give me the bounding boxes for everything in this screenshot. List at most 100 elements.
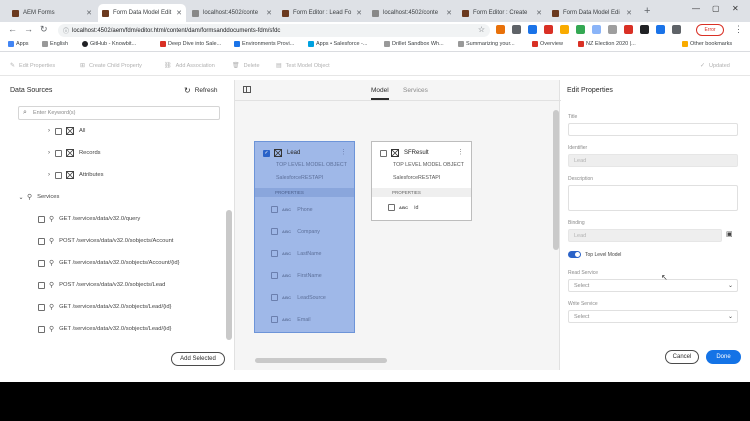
checkbox[interactable] [38,259,45,267]
checkbox[interactable] [271,206,278,213]
extension-icon[interactable] [592,25,601,34]
maximize-icon[interactable]: ▢ [712,4,720,13]
minimize-icon[interactable]: — [692,4,700,13]
property-row[interactable]: ABC Phone [271,206,313,213]
browser-tab[interactable]: localhost:4502/conte ✕ [188,4,276,22]
property-row[interactable]: ABC FirstName [271,272,322,279]
profile-error-button[interactable]: Error [696,24,724,36]
chevron-right-icon[interactable]: › [46,128,52,134]
bookmark-item[interactable]: Overview [532,41,563,47]
add-selected-button[interactable]: Add Selected [171,352,225,366]
property-row[interactable]: ABC Company [271,228,320,235]
tree-item-all[interactable]: › All [46,125,85,137]
checkbox[interactable] [271,228,278,235]
add-association-button[interactable]: ⛓ Add Association [164,62,215,70]
sfresult-model-object[interactable]: SFResult ⋮ TOP LEVEL MODEL OBJECT Salesf… [371,141,472,221]
checkbox[interactable] [55,127,62,135]
checkbox[interactable] [38,215,45,223]
tree-item-service[interactable]: ⚲ POST /services/data/v32.0/sobjects/Acco… [38,235,173,247]
extension-icon[interactable] [528,25,537,34]
property-row[interactable]: ABC LeadSource [271,294,326,301]
vertical-scrollbar[interactable] [553,110,559,250]
checkbox[interactable] [271,294,278,301]
checkbox[interactable] [38,303,45,311]
reload-icon[interactable]: ↻ [40,24,48,35]
browser-tab[interactable]: localhost:4502/conte ✕ [368,4,456,22]
bookmark-item[interactable]: Apps [8,41,29,47]
bookmark-item[interactable]: English [42,41,68,47]
checkbox[interactable] [38,281,45,289]
checkbox-checked[interactable]: ✓ [263,149,270,157]
extension-icon[interactable] [624,25,633,34]
tree-item-service[interactable]: ⚲ GET /services/data/v32.0/sobjects/Lead/… [38,323,172,335]
extension-icon[interactable] [608,25,617,34]
extensions-puzzle-icon[interactable] [672,25,681,34]
bookmark-item[interactable]: Environments Provi... [234,41,294,47]
tab-services[interactable]: Services [403,87,428,94]
browser-tab[interactable]: Form Editor : Create ✕ [458,4,546,22]
lead-model-object[interactable]: ✓ Lead ⋮ TOP LEVEL MODEL OBJECT Salesforc… [254,141,355,333]
other-bookmarks[interactable]: Other bookmarks [682,41,732,47]
close-icon[interactable]: ✕ [536,9,542,17]
extension-icon[interactable] [656,25,665,34]
forward-icon[interactable]: → [24,24,33,34]
tree-item-services[interactable]: ⌄ ⚲ Services [18,191,59,203]
bookmark-item[interactable]: Summarizing your... [458,41,515,47]
property-row[interactable]: ABC Email [271,316,311,323]
tree-item-service[interactable]: ⚲ GET /services/data/v32.0/sobjects/Accou… [38,257,180,269]
create-child-property-button[interactable]: ⊞ Create Child Property [80,62,142,70]
checkbox[interactable] [380,149,387,157]
description-field[interactable] [568,185,738,211]
bookmark-item[interactable]: NZ Election 2020 |... [578,41,636,47]
read-service-select[interactable]: Select ⌄ [568,279,738,292]
refresh-button[interactable]: ↻ Refresh [184,86,217,95]
done-button[interactable]: Done [706,350,741,364]
edit-properties-button[interactable]: ✎ Edit Properties [10,62,55,70]
more-options-icon[interactable]: ⋮ [340,148,347,156]
chevron-down-icon[interactable]: ⌄ [18,194,24,201]
title-field[interactable] [568,123,738,136]
chevron-right-icon[interactable]: › [46,172,52,178]
search-input[interactable]: ⌕ Enter Keyword(s) [18,106,220,120]
back-icon[interactable]: ← [8,24,17,34]
extension-icon[interactable] [576,25,585,34]
extension-icon[interactable] [496,25,505,34]
extension-icon[interactable] [640,25,649,34]
bookmark-star-icon[interactable]: ☆ [478,25,485,34]
close-icon[interactable]: ✕ [356,9,362,17]
browser-tab[interactable]: Form Editor : Lead Fo ✕ [278,4,366,22]
browser-menu-icon[interactable]: ⋮ [734,24,743,35]
checkbox[interactable] [38,237,45,245]
checkbox[interactable] [38,325,45,333]
property-row[interactable]: ABC id [388,204,418,211]
tree-item-service[interactable]: ⚲ POST /services/data/v32.0/sobjects/Lead [38,279,165,291]
top-level-model-toggle[interactable] [568,251,581,258]
browser-tab[interactable]: Form Data Model Edi ✕ [548,4,636,22]
delete-button[interactable]: 🗑 Delete [232,62,260,70]
property-row[interactable]: ABC LastName [271,250,321,257]
close-icon[interactable]: ✕ [266,9,272,17]
tree-item-attributes[interactable]: › Attributes [46,169,104,181]
close-icon[interactable]: ✕ [86,9,92,17]
checkbox[interactable] [271,250,278,257]
extension-icon[interactable] [512,25,521,34]
new-tab-icon[interactable]: + [644,5,650,17]
tree-item-records[interactable]: › Records [46,147,101,159]
bookmark-item[interactable]: Apps • Salesforce -... [308,41,367,47]
window-close-icon[interactable]: ✕ [732,4,739,13]
close-icon[interactable]: ✕ [176,9,182,17]
tree-item-service[interactable]: ⚲ GET /services/data/v32.0/sobjects/Lead/… [38,301,172,313]
chevron-right-icon[interactable]: › [46,150,52,156]
scrollbar[interactable] [226,210,232,340]
address-bar[interactable]: ⓘ localhost:4502/aem/fdm/editor.html/con… [58,24,490,37]
tab-model[interactable]: Model [371,87,389,100]
more-options-icon[interactable]: ⋮ [457,148,464,156]
horizontal-scrollbar[interactable] [255,358,387,363]
cancel-button[interactable]: Cancel [665,350,699,364]
close-icon[interactable]: ✕ [626,9,632,17]
checkbox[interactable] [388,204,395,211]
extension-icon[interactable] [560,25,569,34]
checkbox[interactable] [271,272,278,279]
extension-icon[interactable] [544,25,553,34]
close-icon[interactable]: ✕ [446,9,452,17]
